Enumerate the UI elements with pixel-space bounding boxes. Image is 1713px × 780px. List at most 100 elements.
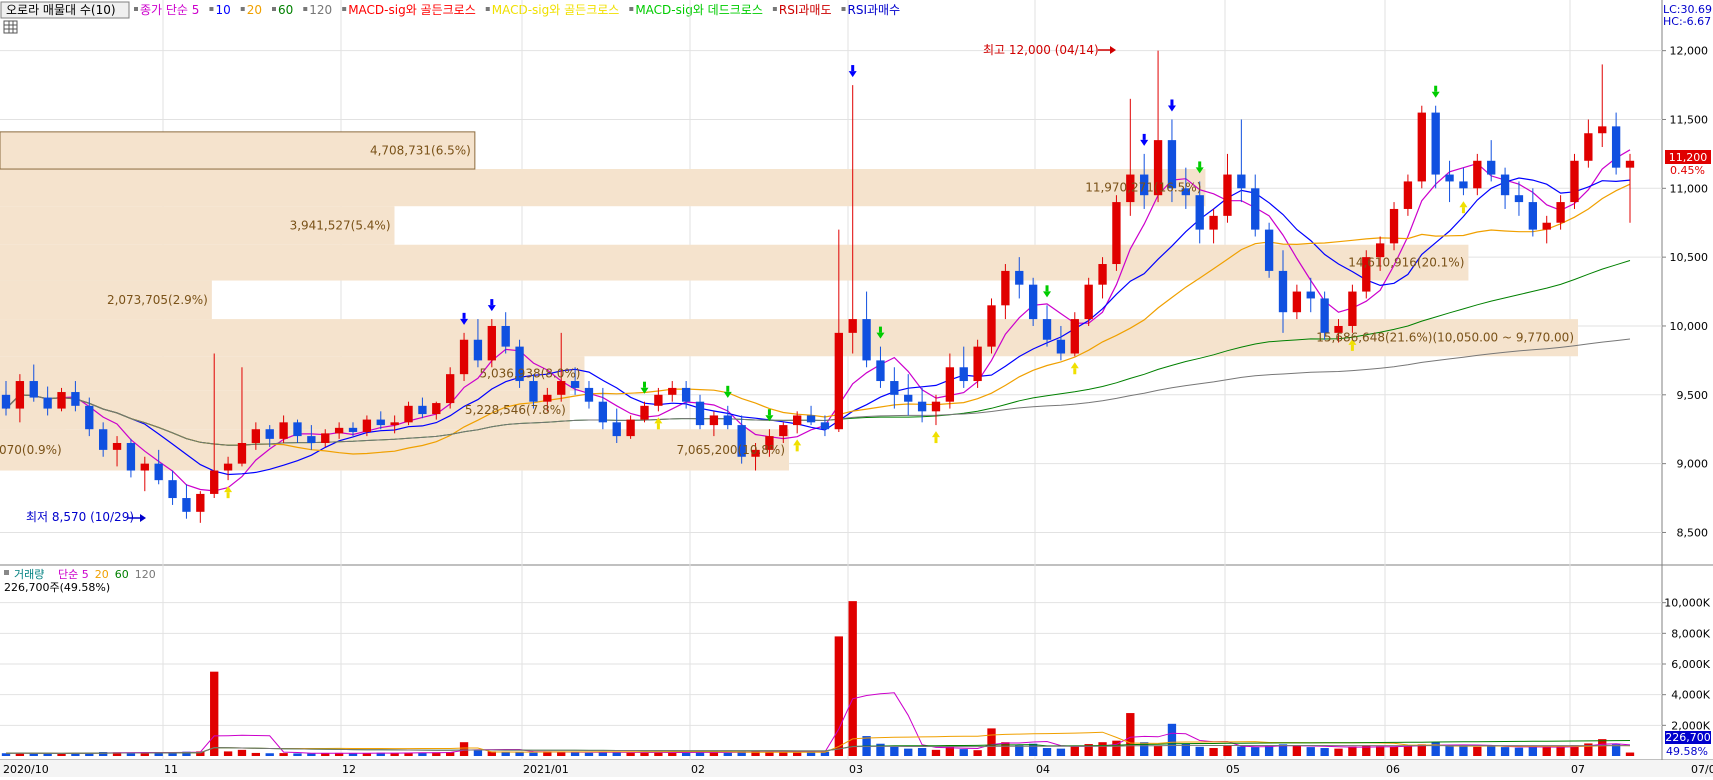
- candle-body: [931, 401, 941, 412]
- volume-current-pct: 49.58%: [1666, 745, 1708, 758]
- candle-body: [1251, 188, 1260, 230]
- volume-bar: [779, 752, 788, 756]
- table-toggle-icon[interactable]: [3, 20, 18, 34]
- signal-arrow-shaft: [1073, 368, 1077, 375]
- volume-bar: [1403, 746, 1413, 756]
- volume-bar: [723, 752, 732, 756]
- price-tick-label: 12,000: [1670, 45, 1709, 58]
- candle-body: [1237, 174, 1246, 189]
- candle-body: [1042, 319, 1052, 340]
- legend-item-label: 종가 단순 5: [140, 3, 199, 17]
- time-axis-label: 11: [164, 763, 178, 776]
- signal-arrow-shaft: [934, 437, 938, 444]
- volume-tick-label: 4,000K: [1671, 689, 1710, 702]
- candle-body: [112, 442, 122, 450]
- candle-body: [57, 392, 66, 409]
- candle-body: [1195, 195, 1204, 230]
- candle-body: [265, 429, 274, 439]
- candle-body: [418, 405, 427, 415]
- candle-body: [668, 387, 677, 395]
- volume-bar: [584, 752, 594, 756]
- candle-body: [1417, 112, 1426, 182]
- candle-body: [570, 381, 580, 388]
- volume-bar: [251, 752, 261, 756]
- candle-body: [1264, 229, 1274, 271]
- volume-bar: [1070, 746, 1079, 756]
- volume-bar: [987, 728, 996, 756]
- volume-bar: [1473, 746, 1482, 756]
- candle-body: [1209, 215, 1218, 230]
- price-tick-label: 10,500: [1670, 251, 1709, 264]
- volume-bar: [1015, 745, 1024, 756]
- legend-item-label: 120: [309, 3, 332, 17]
- candle-body: [404, 405, 413, 423]
- signal-arrow-shaft: [642, 381, 646, 388]
- volume-bar: [1264, 746, 1274, 756]
- volume-profile-label: 7,065,200(10.8%): [676, 443, 785, 457]
- volume-bar: [917, 748, 927, 756]
- volume-current-value: 226,700: [1665, 731, 1711, 744]
- candle-body: [390, 422, 399, 426]
- candle-body: [1056, 339, 1066, 354]
- time-axis-label: 2020/10: [3, 763, 49, 776]
- candle-body: [557, 381, 566, 395]
- legend-marker: [303, 7, 308, 11]
- candle-body: [1625, 160, 1635, 168]
- candle-body: [1473, 160, 1482, 189]
- legend-marker: [209, 7, 214, 11]
- candle-body: [1556, 202, 1565, 223]
- candle-body: [1459, 181, 1468, 189]
- signal-arrow-shaft: [1142, 133, 1146, 140]
- candle-body: [237, 442, 247, 464]
- candle-body: [279, 422, 288, 439]
- volume-profile-label: 15,686,648(21.6%)(10,050.00 ~ 9,770.00): [1316, 331, 1574, 345]
- candle-body: [154, 463, 163, 481]
- volume-bar: [931, 749, 941, 756]
- current-price-label: 11,200: [1669, 151, 1708, 164]
- volume-legend-marker: [4, 570, 9, 575]
- candle-body: [640, 405, 649, 420]
- volume-profile-label: 5,228,546(7.8%): [465, 403, 566, 417]
- volume-bar: [57, 753, 66, 756]
- volume-bar: [959, 749, 968, 756]
- time-axis-label: 05: [1226, 763, 1240, 776]
- candle-body: [223, 463, 233, 471]
- candle-body: [681, 387, 691, 402]
- volume-bar: [654, 752, 663, 756]
- volume-bar: [1223, 745, 1232, 756]
- candle-body: [1028, 284, 1038, 320]
- volume-bar: [793, 752, 802, 756]
- volume-tick-label: 6,000K: [1671, 658, 1710, 671]
- candle-body: [293, 422, 302, 437]
- signal-arrow-shaft: [1198, 161, 1202, 168]
- candle-body: [695, 401, 705, 426]
- legend-marker: [134, 7, 138, 11]
- price-tick-label: 9,000: [1677, 458, 1709, 471]
- candle-body: [1223, 174, 1232, 216]
- volume-bar: [1375, 746, 1385, 756]
- current-change-label: 0.45%: [1670, 164, 1705, 177]
- time-axis-label: 07: [1571, 763, 1585, 776]
- hc-label: HC:-6.67: [1663, 15, 1711, 28]
- legend-item-label: RSI과매수: [848, 3, 901, 17]
- volume-bar: [390, 753, 399, 756]
- legend-item-label: MACD-sig와 데드크로스: [635, 3, 763, 17]
- time-axis-label: 07/09: [1691, 763, 1713, 776]
- chart-canvas[interactable]: 오로라 매물대 수(10) 종가 단순 5 10 20 60 120 MACD-sig와 …: [0, 0, 1713, 777]
- volume-bar: [1348, 746, 1357, 756]
- legend-marker: [240, 7, 245, 11]
- candle-body: [959, 367, 968, 382]
- candle-body: [779, 425, 788, 437]
- volume-bar: [1389, 746, 1399, 756]
- candle-body: [251, 429, 261, 443]
- legend-item-label: MACD-sig와 골든크로스: [348, 3, 476, 17]
- volume-bar: [848, 601, 857, 756]
- signal-arrow-shaft: [226, 492, 230, 499]
- price-tick-label: 10,000: [1670, 320, 1709, 333]
- candle-body: [1348, 291, 1357, 326]
- volume-bar: [1500, 747, 1510, 756]
- volume-bar: [1042, 748, 1052, 756]
- candle-body: [1112, 202, 1121, 265]
- candle-body: [168, 480, 177, 499]
- candle-body: [612, 422, 621, 437]
